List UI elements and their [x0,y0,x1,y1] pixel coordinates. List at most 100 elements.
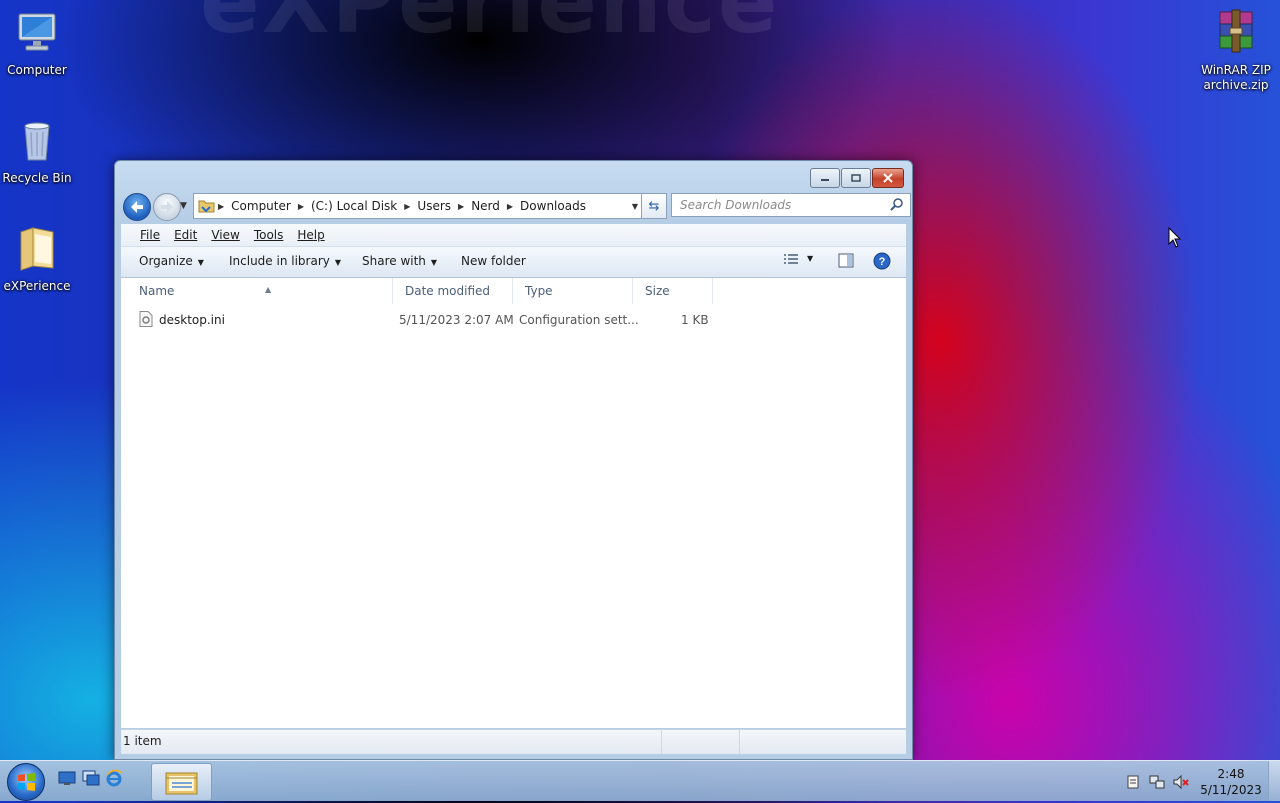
view-options-dropdown[interactable]: ▼ [807,254,813,263]
column-header-label: Type [525,284,553,298]
item-count: 1 item [123,734,162,748]
organize-label: Organize [139,254,193,268]
settings-file-icon [139,311,153,327]
windows-explorer-icon [165,772,198,795]
show-desktop-quicklaunch-icon[interactable] [58,769,76,787]
desktop-icon-computer[interactable]: Computer [0,8,77,78]
close-icon [883,173,893,183]
menu-help[interactable]: Help [290,228,331,242]
taskbar: 2:48 5/11/2023 [0,760,1280,801]
desktop-icon-label: WinRAR ZIP archive.zip [1201,63,1271,92]
file-row[interactable]: desktop.ini 5/11/2023 2:07 AM Configurat… [121,309,721,331]
chevron-down-icon: ▼ [197,258,204,267]
forward-button[interactable] [153,193,181,221]
recent-pages-dropdown[interactable]: ▼ [180,201,187,211]
status-divider [739,730,740,754]
close-button[interactable] [872,168,904,188]
window-caption-buttons [810,168,904,188]
chevron-right-icon[interactable]: ▶ [296,202,306,211]
folder-icon [198,200,215,213]
column-header-label: Size [645,284,670,298]
file-list[interactable]: Name ▲ Date modified Type Size desktop.i… [121,278,906,728]
column-header-type[interactable]: Type [513,278,633,304]
folder-icon [20,227,54,271]
status-divider [661,730,662,754]
help-button[interactable]: ? [873,252,891,273]
include-in-library-label: Include in library [229,254,330,268]
taskbar-explorer-button[interactable] [151,763,212,801]
organize-button[interactable]: Organize ▼ [139,254,204,268]
internet-explorer-icon[interactable] [105,769,123,787]
desktop-icon-label: eXPerience [3,279,71,293]
start-button[interactable] [7,763,45,801]
maximize-button[interactable] [841,168,871,188]
desktop-icon-recycle-bin[interactable]: Recycle Bin [0,116,77,186]
desktop-icon-label: Computer [7,63,67,77]
action-center-flag-icon[interactable] [1125,774,1141,790]
breadcrumb-local-disk[interactable]: (C:) Local Disk [306,199,402,213]
column-header-date-modified[interactable]: Date modified [393,278,513,304]
clock-date: 5/11/2023 [1200,783,1262,797]
change-view-button[interactable] [783,253,799,270]
wallpaper-watermark: eXPerience [200,0,780,53]
volume-muted-icon[interactable] [1173,774,1189,790]
preview-pane-icon [838,253,854,268]
chevron-right-icon[interactable]: ▶ [505,202,515,211]
share-with-button[interactable]: Share with ▼ [362,254,437,268]
share-with-label: Share with [362,254,426,268]
minimize-button[interactable] [810,168,840,188]
chevron-right-icon[interactable]: ▶ [402,202,412,211]
menu-edit[interactable]: Edit [167,228,204,242]
recycle-bin-icon [24,122,50,161]
breadcrumb-computer[interactable]: Computer [226,199,296,213]
desktop-icon-experience-folder[interactable]: eXPerience [0,224,77,294]
new-folder-label: New folder [461,254,526,268]
refresh-button[interactable]: ⇆ [641,193,667,219]
mouse-pointer-icon [1168,227,1182,248]
forward-arrow-icon [161,201,173,213]
search-input[interactable]: Search Downloads [671,193,911,217]
switch-windows-icon[interactable] [82,769,100,787]
chevron-right-icon[interactable]: ▶ [456,202,466,211]
menu-view[interactable]: View [204,228,246,242]
chevron-down-icon: ▼ [430,258,438,267]
back-button[interactable] [123,193,151,221]
help-icon: ? [873,252,891,270]
file-size: 1 KB [681,313,709,327]
clock-time: 2:48 [1217,767,1245,781]
details-view-icon [784,254,798,264]
show-desktop-button[interactable] [1268,761,1280,801]
column-header-label: Date modified [405,284,491,298]
address-bar[interactable]: ▶ Computer ▶ (C:) Local Disk ▶ Users ▶ N… [193,193,645,219]
column-header-size[interactable]: Size [633,278,713,304]
column-header-name[interactable]: Name ▲ [127,278,393,304]
breadcrumb-users[interactable]: Users [412,199,456,213]
new-folder-button[interactable]: New folder [461,254,526,268]
sort-ascending-icon: ▲ [265,285,272,294]
explorer-window: ▼ ▶ Computer ▶ (C:) Local Disk ▶ Users ▶… [114,160,913,760]
refresh-icon: ⇆ [648,198,660,214]
search-icon[interactable] [890,198,904,212]
desktop-icon-winrar-archive[interactable]: WinRAR ZIP archive.zip [1196,8,1276,93]
search-placeholder: Search Downloads [680,198,792,212]
menu-file[interactable]: File [133,228,167,242]
network-icon[interactable] [1149,774,1165,790]
maximize-icon [851,174,861,182]
breadcrumb-downloads[interactable]: Downloads [515,199,591,213]
chevron-right-icon[interactable]: ▶ [216,202,226,211]
menu-tools[interactable]: Tools [247,228,291,242]
preview-pane-button[interactable] [838,253,854,272]
file-type: Configuration sett... [519,313,639,327]
chevron-down-icon: ▼ [334,258,342,267]
command-bar: Organize ▼ Include in library ▼ Share with… [121,247,906,278]
breadcrumb-nerd[interactable]: Nerd [466,199,505,213]
minimize-icon [821,179,829,181]
status-bar: 1 item [121,729,906,754]
file-name: desktop.ini [159,313,225,327]
navigation-bar: ▼ ▶ Computer ▶ (C:) Local Disk ▶ Users ▶… [123,192,911,221]
system-clock[interactable]: 2:48 5/11/2023 [1198,766,1264,798]
file-date-modified: 5/11/2023 2:07 AM [399,313,514,327]
menu-bar: File Edit View Tools Help [121,224,906,247]
include-in-library-button[interactable]: Include in library ▼ [229,254,341,268]
winrar-archive-icon [1219,9,1253,53]
